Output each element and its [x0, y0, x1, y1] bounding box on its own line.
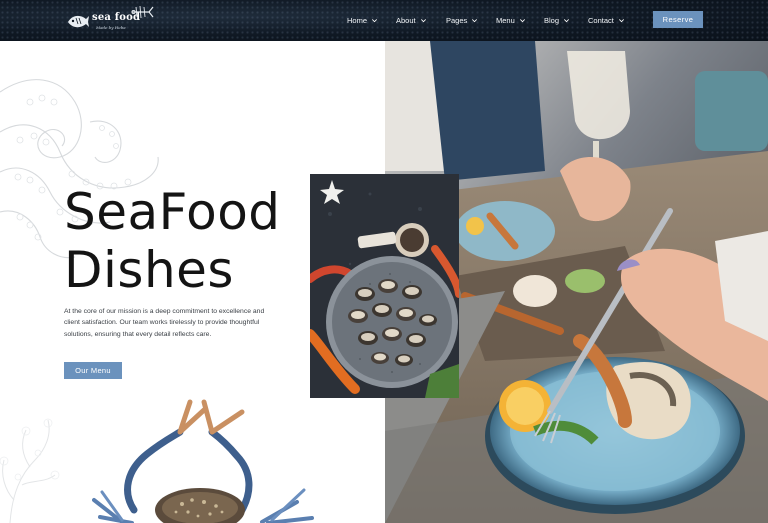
chevron-down-icon: [519, 18, 525, 22]
nav-item-label: Contact: [588, 15, 614, 25]
reserve-button[interactable]: Reserve: [653, 11, 703, 28]
hero-title-line-1: SeaFood: [64, 183, 281, 241]
coral-illustration: [0, 418, 60, 523]
nav-item-label: Pages: [446, 15, 468, 25]
hero-title-line-2: Dishes: [64, 241, 234, 299]
nav-item-contact[interactable]: Contact: [588, 14, 625, 26]
chevron-down-icon: [618, 18, 624, 22]
brand-tagline: Made by Heba: [96, 25, 126, 30]
hero-description: At the core of our mission is a deep com…: [64, 308, 265, 338]
nav-item-pages[interactable]: Pages: [446, 14, 478, 26]
chevron-down-icon: [564, 18, 570, 22]
crab-image: [92, 399, 314, 523]
nav-item-home[interactable]: Home: [347, 14, 378, 26]
fish-logo-icon: [68, 15, 89, 28]
hero-title: SeaFood Dishes: [64, 183, 324, 299]
nav-item-label: Menu: [496, 15, 515, 25]
chevron-down-icon: [420, 18, 426, 22]
nav-item-label: About: [396, 15, 416, 25]
nav-item-label: Blog: [544, 15, 560, 25]
nav-item-about[interactable]: About: [396, 14, 427, 26]
top-navigation: sea food Made by Heba Home About Pages M…: [0, 0, 768, 41]
nav-item-blog[interactable]: Blog: [544, 14, 570, 26]
chevron-down-icon: [372, 18, 378, 22]
nav-item-menu[interactable]: Menu: [496, 14, 526, 26]
chevron-down-icon: [472, 18, 478, 22]
our-menu-button[interactable]: Our Menu: [64, 362, 122, 379]
fish-skeleton-icon: [131, 5, 154, 19]
nav-item-label: Home: [347, 15, 368, 25]
clams-photo: [310, 174, 459, 398]
